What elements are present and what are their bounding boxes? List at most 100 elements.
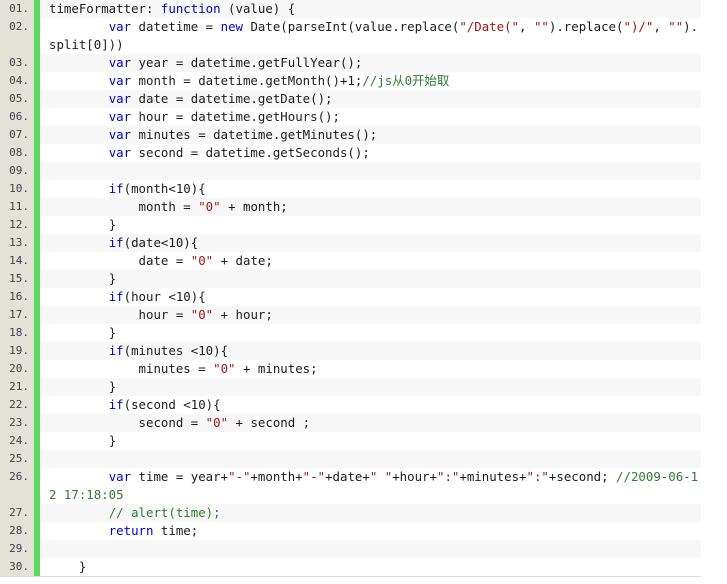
code-line-content[interactable]: }	[40, 324, 701, 342]
code-line-content[interactable]: if(second <10){	[40, 396, 701, 414]
code-token-kw: var	[108, 19, 132, 34]
code-token-pln: +hour+	[392, 469, 437, 484]
code-line: 12. }	[0, 216, 701, 234]
code-token-pln	[49, 109, 109, 124]
code-token-str: "0"	[198, 199, 221, 214]
code-token-pln: + hour;	[213, 307, 273, 322]
code-line-content[interactable]: minutes = "0" + minutes;	[40, 360, 701, 378]
code-token-pln	[49, 523, 109, 538]
code-token-pln	[49, 91, 109, 106]
code-line: 25.	[0, 450, 701, 468]
code-line-content[interactable]: var second = datetime.getSeconds();	[40, 144, 701, 162]
code-line: 17. hour = "0" + hour;	[0, 306, 701, 324]
code-line: 05. var date = datetime.getDate();	[0, 90, 701, 108]
line-number: 19.	[0, 342, 34, 360]
line-number: 29.	[0, 540, 34, 558]
code-line-content[interactable]: second = "0" + second ;	[40, 414, 701, 432]
code-token-str: "-"	[228, 469, 251, 484]
code-token-pln: ,	[519, 19, 534, 34]
code-token-pln: }	[49, 559, 87, 574]
code-line: 27. // alert(time);	[0, 504, 701, 522]
code-token-kw: if	[108, 235, 124, 250]
code-token-str: ""	[533, 19, 549, 34]
code-token-kw: function	[160, 1, 221, 16]
code-token-kw: var	[108, 469, 132, 484]
code-token-pln: date =	[49, 253, 191, 268]
code-token-pln	[49, 73, 109, 88]
code-token-pln: }	[49, 433, 117, 448]
code-line-content[interactable]: if(date<10){	[40, 234, 701, 252]
code-token-kw: var	[108, 73, 132, 88]
code-line: 01. timeFormatter: function (value) {	[0, 0, 701, 18]
line-number: 18.	[0, 324, 34, 342]
code-line-content[interactable]: var month = datetime.getMonth()+1;//js从0…	[40, 72, 701, 90]
line-number: 24.	[0, 432, 34, 450]
code-token-cmt: // alert(time);	[108, 505, 221, 520]
code-token-str: "/Date("	[459, 19, 520, 34]
code-line-content[interactable]: }	[40, 216, 701, 234]
code-line: 19. if(minutes <10){	[0, 342, 701, 360]
code-token-str: ":"	[436, 469, 460, 484]
code-line-content[interactable]: month = "0" + month;	[40, 198, 701, 216]
code-line-content[interactable]: var date = datetime.getDate();	[40, 90, 701, 108]
code-token-pln: +date+	[325, 469, 370, 484]
code-line: 11. month = "0" + month;	[0, 198, 701, 216]
line-number: 25.	[0, 450, 34, 468]
code-line-content[interactable]: var time = year+"-"+month+"-"+date+" "+h…	[40, 468, 701, 504]
code-token-pln	[49, 127, 109, 142]
code-token-pln: +minutes+	[459, 469, 527, 484]
code-token-pln: (value) {	[220, 1, 296, 16]
code-line-content[interactable]: // alert(time);	[40, 504, 701, 522]
code-line-content[interactable]: }	[40, 558, 701, 576]
code-token-pln: (hour <10){	[123, 289, 206, 304]
code-token-kw: return	[108, 523, 154, 538]
code-token-pln: (date<10){	[123, 235, 199, 250]
code-line-content[interactable]: timeFormatter: function (value) {	[40, 0, 701, 18]
code-token-pln: year = datetime.getFullYear();	[131, 55, 363, 70]
line-number: 12.	[0, 216, 34, 234]
line-number: 28.	[0, 522, 34, 540]
code-line-content[interactable]: var datetime = new Date(parseInt(value.r…	[40, 18, 701, 54]
code-line-content[interactable]: if(month<10){	[40, 180, 701, 198]
code-line: 21. }	[0, 378, 701, 396]
code-line-content[interactable]: date = "0" + date;	[40, 252, 701, 270]
code-line-list: 01. timeFormatter: function (value) {02. …	[0, 0, 701, 576]
code-line: 22. if(second <10){	[0, 396, 701, 414]
code-line-content[interactable]: if(minutes <10){	[40, 342, 701, 360]
code-token-kw: var	[108, 55, 132, 70]
code-block-viewer: 01. timeFormatter: function (value) {02. …	[0, 0, 701, 577]
code-token-pln	[49, 343, 109, 358]
line-number: 20.	[0, 360, 34, 378]
code-token-kw: if	[108, 343, 124, 358]
line-number: 15.	[0, 270, 34, 288]
code-token-str: "0"	[190, 253, 214, 268]
code-line-content[interactable]: }	[40, 270, 701, 288]
line-number: 17.	[0, 306, 34, 324]
code-line: 13. if(date<10){	[0, 234, 701, 252]
code-token-kw: var	[108, 91, 132, 106]
code-line-content[interactable]: var year = datetime.getFullYear();	[40, 54, 701, 72]
code-token-pln: Date(parseInt(value.replace(	[243, 19, 460, 34]
code-token-pln: ).replace(	[548, 19, 624, 34]
code-line: 07. var minutes = datetime.getMinutes();	[0, 126, 701, 144]
line-number: 16.	[0, 288, 34, 306]
code-line-content[interactable]: if(hour <10){	[40, 288, 701, 306]
code-line: 15. }	[0, 270, 701, 288]
code-token-pln: ,	[653, 19, 669, 34]
line-number: 05.	[0, 90, 34, 108]
code-line-content[interactable]: var minutes = datetime.getMinutes();	[40, 126, 701, 144]
code-line: 26. var time = year+"-"+month+"-"+date+"…	[0, 468, 701, 504]
code-token-pln: second =	[49, 415, 206, 430]
code-line-content[interactable]: }	[40, 378, 701, 396]
code-token-pln: second = datetime.getSeconds();	[131, 145, 370, 160]
code-line: 10. if(month<10){	[0, 180, 701, 198]
line-number: 11.	[0, 198, 34, 216]
line-number: 06.	[0, 108, 34, 126]
code-line-content[interactable]: hour = "0" + hour;	[40, 306, 701, 324]
code-line-content[interactable]: return time;	[40, 522, 701, 540]
code-change-marker	[34, 450, 40, 468]
code-line-content[interactable]: }	[40, 432, 701, 450]
line-number: 02.	[0, 18, 34, 54]
code-token-pln: (month<10){	[123, 181, 206, 196]
code-line-content[interactable]: var hour = datetime.getHours();	[40, 108, 701, 126]
